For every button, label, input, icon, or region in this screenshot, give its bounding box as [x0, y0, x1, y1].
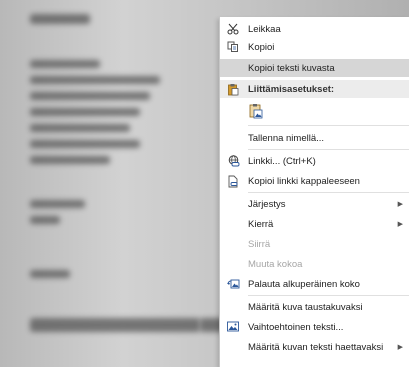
menu-item-label: Tallenna nimellä... [248, 132, 325, 144]
menu-item-copy[interactable]: Kopioi [220, 38, 409, 56]
menu-item-label: Kopioi [248, 41, 275, 53]
menu-item-label: Palauta alkuperäinen koko [248, 278, 360, 290]
menu-separator [248, 125, 409, 126]
menu-item-link[interactable]: Linkki... (Ctrl+K) [220, 152, 409, 170]
menu-item-label: Kierrä [248, 218, 274, 230]
menu-item-order[interactable]: Järjestys ▶ [220, 195, 409, 213]
menu-item-copy-link[interactable]: Kopioi linkki kappaleeseen [220, 172, 409, 190]
menu-item-reset-size[interactable]: Palauta alkuperäinen koko [220, 275, 409, 293]
paste-option-picture[interactable] [220, 100, 409, 122]
menu-section-paste-options: Liittämisasetukset: [220, 80, 409, 98]
menu-item-copy-text-from-picture[interactable]: Kopioi teksti kuvasta [220, 59, 409, 77]
menu-item-move: Siirrä [220, 235, 409, 253]
menu-separator [248, 149, 409, 150]
submenu-arrow-icon: ▶ [397, 201, 403, 208]
link-icon [226, 154, 240, 168]
menu-item-save-as[interactable]: Tallenna nimellä... [220, 129, 409, 147]
menu-item-label: Määritä kuvan teksti haettavaksi [248, 341, 384, 353]
menu-item-set-background[interactable]: Määritä kuva taustakuvaksi [220, 298, 409, 316]
menu-item-resize: Muuta kokoa [220, 255, 409, 273]
menu-item-rotate[interactable]: Kierrä ▶ [220, 215, 409, 233]
scissors-icon [226, 22, 240, 36]
reset-picture-icon [226, 277, 240, 291]
menu-separator [248, 295, 409, 296]
submenu-arrow-icon: ▶ [397, 221, 403, 228]
menu-item-set-text-searchable[interactable]: Määritä kuvan teksti haettavaksi ▶ [220, 338, 409, 356]
menu-item-label: Vaihtoehtoinen teksti... [248, 321, 344, 333]
paste-picture-icon [248, 103, 264, 119]
menu-separator [248, 192, 409, 193]
menu-item-label: Määritä kuva taustakuvaksi [248, 301, 363, 313]
submenu-arrow-icon: ▶ [397, 344, 403, 351]
menu-item-label: Muuta kokoa [248, 258, 303, 270]
copy-icon [226, 40, 240, 54]
clipboard-icon [226, 82, 240, 96]
alt-text-icon [226, 320, 240, 334]
menu-item-label: Kopioi teksti kuvasta [248, 62, 335, 74]
copy-link-icon [226, 174, 240, 188]
menu-item-cut[interactable]: Leikkaa [220, 20, 409, 38]
menu-item-label: Siirrä [248, 238, 271, 250]
context-menu: Leikkaa Kopioi Kopioi teksti kuvasta Lii… [219, 17, 409, 367]
menu-item-label: Kopioi linkki kappaleeseen [248, 175, 360, 187]
menu-item-label: Linkki... (Ctrl+K) [248, 155, 316, 167]
menu-item-label: Leikkaa [248, 23, 281, 35]
screenshot-stage: Leikkaa Kopioi Kopioi teksti kuvasta Lii… [0, 0, 409, 367]
menu-item-alt-text[interactable]: Vaihtoehtoinen teksti... [220, 318, 409, 336]
menu-item-label: Liittämisasetukset: [248, 83, 335, 95]
menu-item-label: Järjestys [248, 198, 286, 210]
